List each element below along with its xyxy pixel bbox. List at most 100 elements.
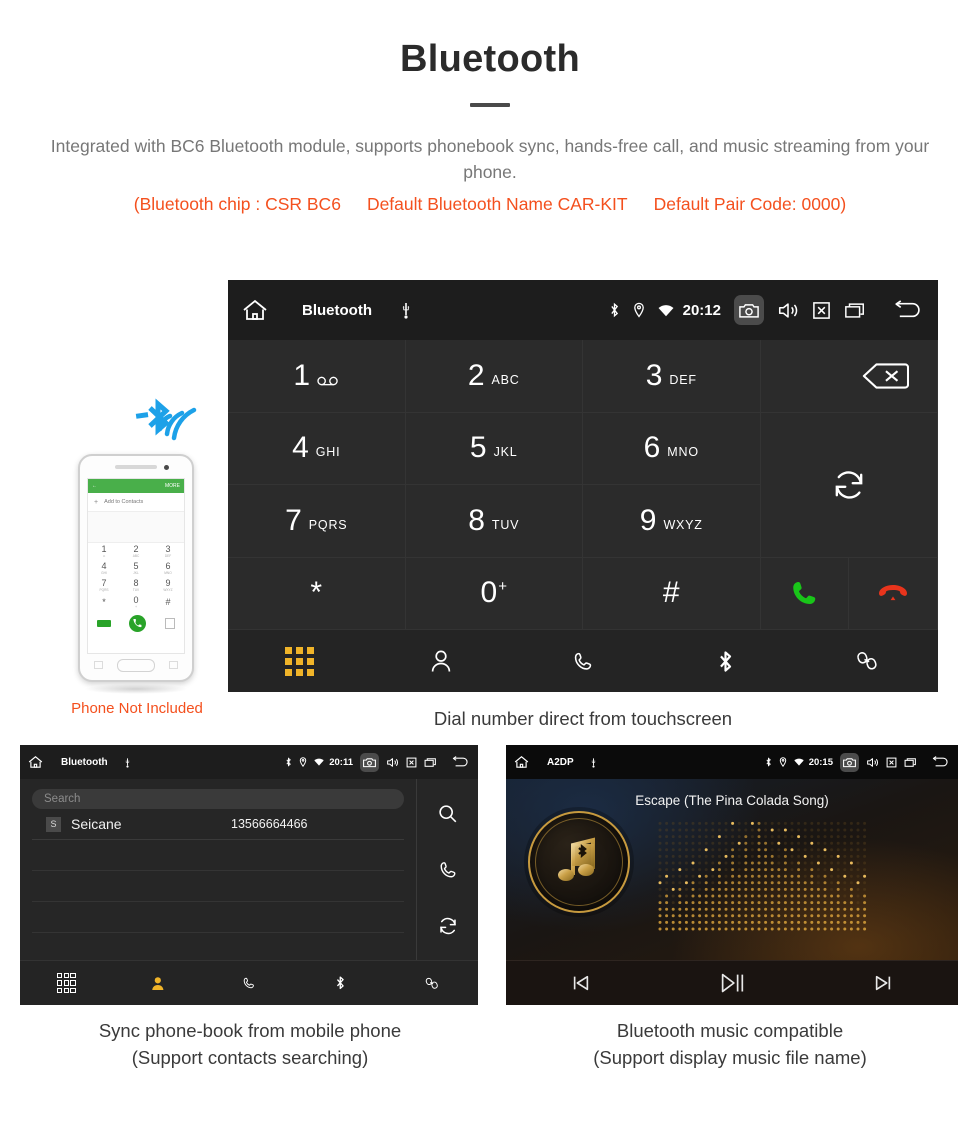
music-caption: Bluetooth music compatible (Support disp… (500, 1018, 960, 1072)
key-8[interactable]: 8 TUV (405, 485, 583, 558)
nav-item-bluetooth[interactable] (654, 630, 796, 692)
phonebook-side-actions (416, 779, 478, 961)
recents-icon[interactable] (904, 757, 917, 768)
key-letters: WXYZ (663, 517, 703, 532)
phone-key-6: 6 MNO (152, 560, 184, 577)
volume-icon[interactable] (386, 757, 399, 768)
page-title: Bluetooth (400, 38, 580, 80)
phone-key-letters: + (135, 605, 137, 609)
key-5[interactable]: 5 JKL (405, 412, 583, 485)
music-caption-line2: (Support display music file name) (593, 1046, 867, 1068)
next-icon[interactable] (807, 961, 958, 1005)
home-icon[interactable] (514, 755, 529, 769)
key-digit: 4 (292, 431, 309, 465)
nav-item-keypad[interactable] (228, 630, 370, 692)
recents-icon[interactable] (844, 301, 866, 320)
key-4[interactable]: 4 GHI (228, 412, 406, 485)
phonebook-caption-line1: Sync phone-book from mobile phone (98, 1020, 402, 1041)
key-7[interactable]: 7 PQRS (228, 485, 406, 558)
volume-icon[interactable] (777, 301, 799, 320)
key-letters: ABC (491, 372, 520, 387)
back-arrow-icon: ← (92, 483, 97, 489)
hangup-button[interactable] (849, 557, 938, 630)
phone-sim-icon (97, 619, 112, 627)
close-box-icon[interactable] (406, 757, 417, 768)
back-icon[interactable] (931, 756, 950, 768)
phone-icon[interactable] (438, 860, 458, 880)
phone-key-digit: 2 (133, 544, 139, 554)
phone-key-letters: GHI (101, 571, 107, 575)
sync-icon[interactable] (437, 915, 459, 937)
phone-key-letters: ∞ (102, 554, 106, 558)
phone-dial-actions (88, 611, 184, 635)
key-9[interactable]: 9 WXYZ (583, 485, 761, 558)
key-6[interactable]: 6 MNO (583, 412, 761, 485)
nav-item-contacts[interactable] (112, 961, 204, 1005)
phone-key-letters: PQRS (99, 588, 109, 592)
key-2[interactable]: 2 ABC (405, 340, 583, 413)
key-digit: 7 (285, 503, 302, 537)
key-digit: 3 (645, 358, 663, 392)
volume-icon[interactable] (866, 757, 879, 768)
play-pause-icon[interactable] (657, 961, 808, 1005)
phone-key-letters: MNO (164, 571, 172, 575)
key-0[interactable]: 0+ (405, 557, 583, 630)
close-box-icon[interactable] (886, 757, 897, 768)
key-letters: JKL (493, 445, 518, 460)
nav-item-keypad[interactable] (20, 961, 112, 1005)
phone-key-digit: 7 (101, 578, 107, 588)
list-item (32, 871, 404, 902)
phone-shadow (84, 684, 188, 694)
recents-icon[interactable] (424, 757, 437, 768)
home-icon[interactable] (28, 755, 43, 769)
key-3[interactable]: 3 DEF (583, 340, 761, 413)
sync-icon[interactable] (760, 412, 938, 558)
phonebook-screen: Bluetooth 20:11 Search S Seicane 1356666… (20, 745, 478, 1005)
phone-app-bar: ← MORE (88, 479, 184, 493)
camera-icon[interactable] (840, 752, 859, 772)
previous-icon[interactable] (506, 961, 657, 1005)
spec-line: (Bluetooth chip : CSR BC6 Default Bluetoo… (20, 194, 960, 215)
camera-icon[interactable] (734, 295, 764, 325)
phone-key-digit: * (102, 597, 106, 607)
table-row[interactable]: S Seicane 13566664466 (32, 809, 404, 840)
phone-screen: ← MORE + Add to Contacts 1 ∞ 2 ABC 3 DEF 4 GHI 5… (87, 478, 185, 654)
key-plus: + (498, 578, 507, 596)
phone-mockup: ← MORE + Add to Contacts 1 ∞ 2 ABC 3 DEF 4 GHI 5… (28, 382, 218, 722)
spec-chip: (Bluetooth chip : CSR BC6 (133, 193, 341, 214)
nav-item-link[interactable] (386, 961, 478, 1005)
key-letters: PQRS (308, 517, 348, 532)
phone-call-button (129, 614, 147, 632)
nav-item-call-log[interactable] (512, 630, 654, 692)
music-clock: 20:15 (808, 756, 833, 768)
call-button[interactable] (760, 557, 850, 630)
key-star[interactable]: * (228, 557, 406, 630)
music-caption-line1: Bluetooth music compatible (616, 1020, 844, 1041)
location-icon (633, 302, 645, 318)
phone-key-digit: 1 (101, 544, 107, 554)
back-icon[interactable] (892, 300, 924, 320)
key-digit: # (662, 576, 680, 610)
back-icon[interactable] (451, 756, 470, 768)
location-icon (299, 757, 307, 767)
wifi-icon (314, 758, 324, 766)
key-1[interactable]: 1 (228, 340, 406, 413)
phone-number-display (88, 512, 184, 543)
number-display-field[interactable] (760, 340, 938, 413)
home-icon[interactable] (242, 298, 268, 322)
nav-item-contacts[interactable] (370, 630, 512, 692)
key-hash[interactable]: # (583, 557, 761, 630)
phone-more-label: MORE (165, 483, 180, 489)
close-box-icon[interactable] (812, 301, 831, 320)
backspace-icon[interactable] (861, 361, 909, 391)
nav-item-link[interactable] (796, 630, 938, 692)
nav-item-call-log[interactable] (203, 961, 295, 1005)
phonebook-nav-bar (20, 960, 478, 1005)
phone-key-digit: 3 (165, 544, 171, 554)
search-input[interactable]: Search (32, 789, 404, 809)
dialer-clock: 20:12 (682, 301, 721, 319)
nav-item-bluetooth[interactable] (295, 961, 387, 1005)
bluetooth-signal-icon (120, 382, 200, 450)
search-icon[interactable] (437, 803, 459, 825)
camera-icon[interactable] (360, 752, 379, 772)
